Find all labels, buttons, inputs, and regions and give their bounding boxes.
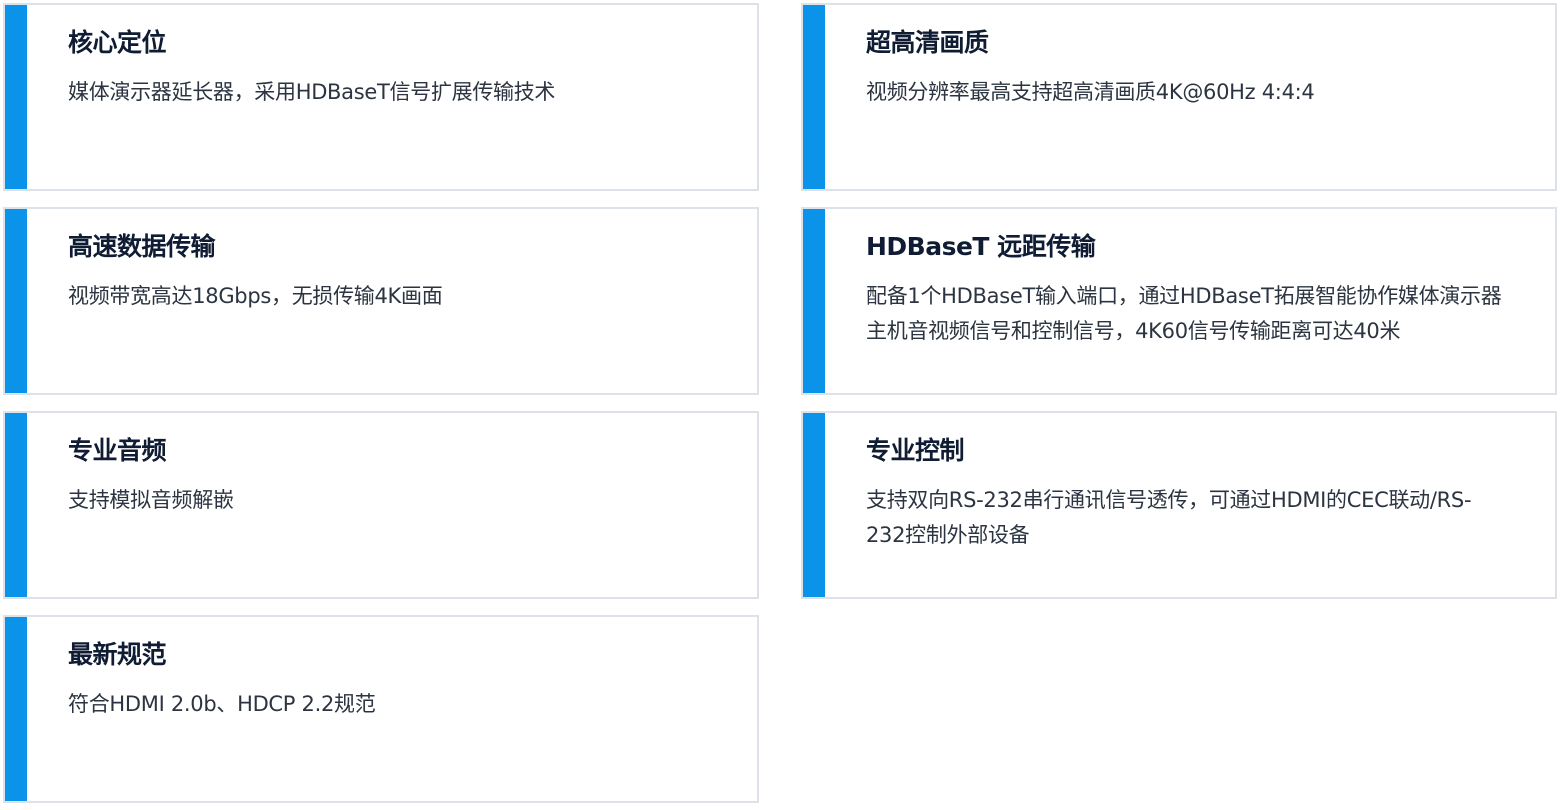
accent-bar: [5, 209, 27, 393]
feature-description: 视频带宽高达18Gbps，无损传输4K画面: [68, 284, 443, 308]
feature-title: 核心定位: [68, 28, 167, 57]
accent-bar: [803, 209, 825, 393]
feature-card-high-speed-data: 高速数据传输 视频带宽高达18Gbps，无损传输4K画面: [3, 207, 759, 395]
feature-description: 支持双向RS-232串行通讯信号透传，可通过HDMI的CEC联动/RS-232控…: [866, 488, 1472, 547]
feature-title: 高速数据传输: [68, 232, 216, 261]
accent-bar: [803, 5, 825, 189]
feature-title: 专业音频: [68, 436, 167, 465]
feature-card-hdbaset-long-distance: HDBaseT 远距传输 配备1个HDBaseT输入端口，通过HDBaseT拓展…: [801, 207, 1557, 395]
feature-card-core-positioning: 核心定位 媒体演示器延长器，采用HDBaseT信号扩展传输技术: [3, 3, 759, 191]
feature-title: 超高清画质: [866, 28, 989, 57]
feature-description: 支持模拟音频解嵌: [68, 488, 234, 512]
feature-title: HDBaseT 远距传输: [866, 232, 1096, 261]
feature-title: 最新规范: [68, 640, 167, 669]
feature-card-latest-spec: 最新规范 符合HDMI 2.0b、HDCP 2.2规范: [3, 615, 759, 803]
feature-card-pro-control: 专业控制 支持双向RS-232串行通讯信号透传，可通过HDMI的CEC联动/RS…: [801, 411, 1557, 599]
feature-description: 媒体演示器延长器，采用HDBaseT信号扩展传输技术: [68, 80, 556, 104]
accent-bar: [5, 617, 27, 801]
accent-bar: [803, 413, 825, 597]
feature-description: 配备1个HDBaseT输入端口，通过HDBaseT拓展智能协作媒体演示器主机音视…: [866, 284, 1502, 343]
feature-description: 视频分辨率最高支持超高清画质4K@60Hz 4:4:4: [866, 80, 1315, 104]
feature-card-uhd-quality: 超高清画质 视频分辨率最高支持超高清画质4K@60Hz 4:4:4: [801, 3, 1557, 191]
accent-bar: [5, 5, 27, 189]
feature-card-pro-audio: 专业音频 支持模拟音频解嵌: [3, 411, 759, 599]
feature-title: 专业控制: [866, 436, 965, 465]
accent-bar: [5, 413, 27, 597]
feature-description: 符合HDMI 2.0b、HDCP 2.2规范: [68, 692, 376, 716]
